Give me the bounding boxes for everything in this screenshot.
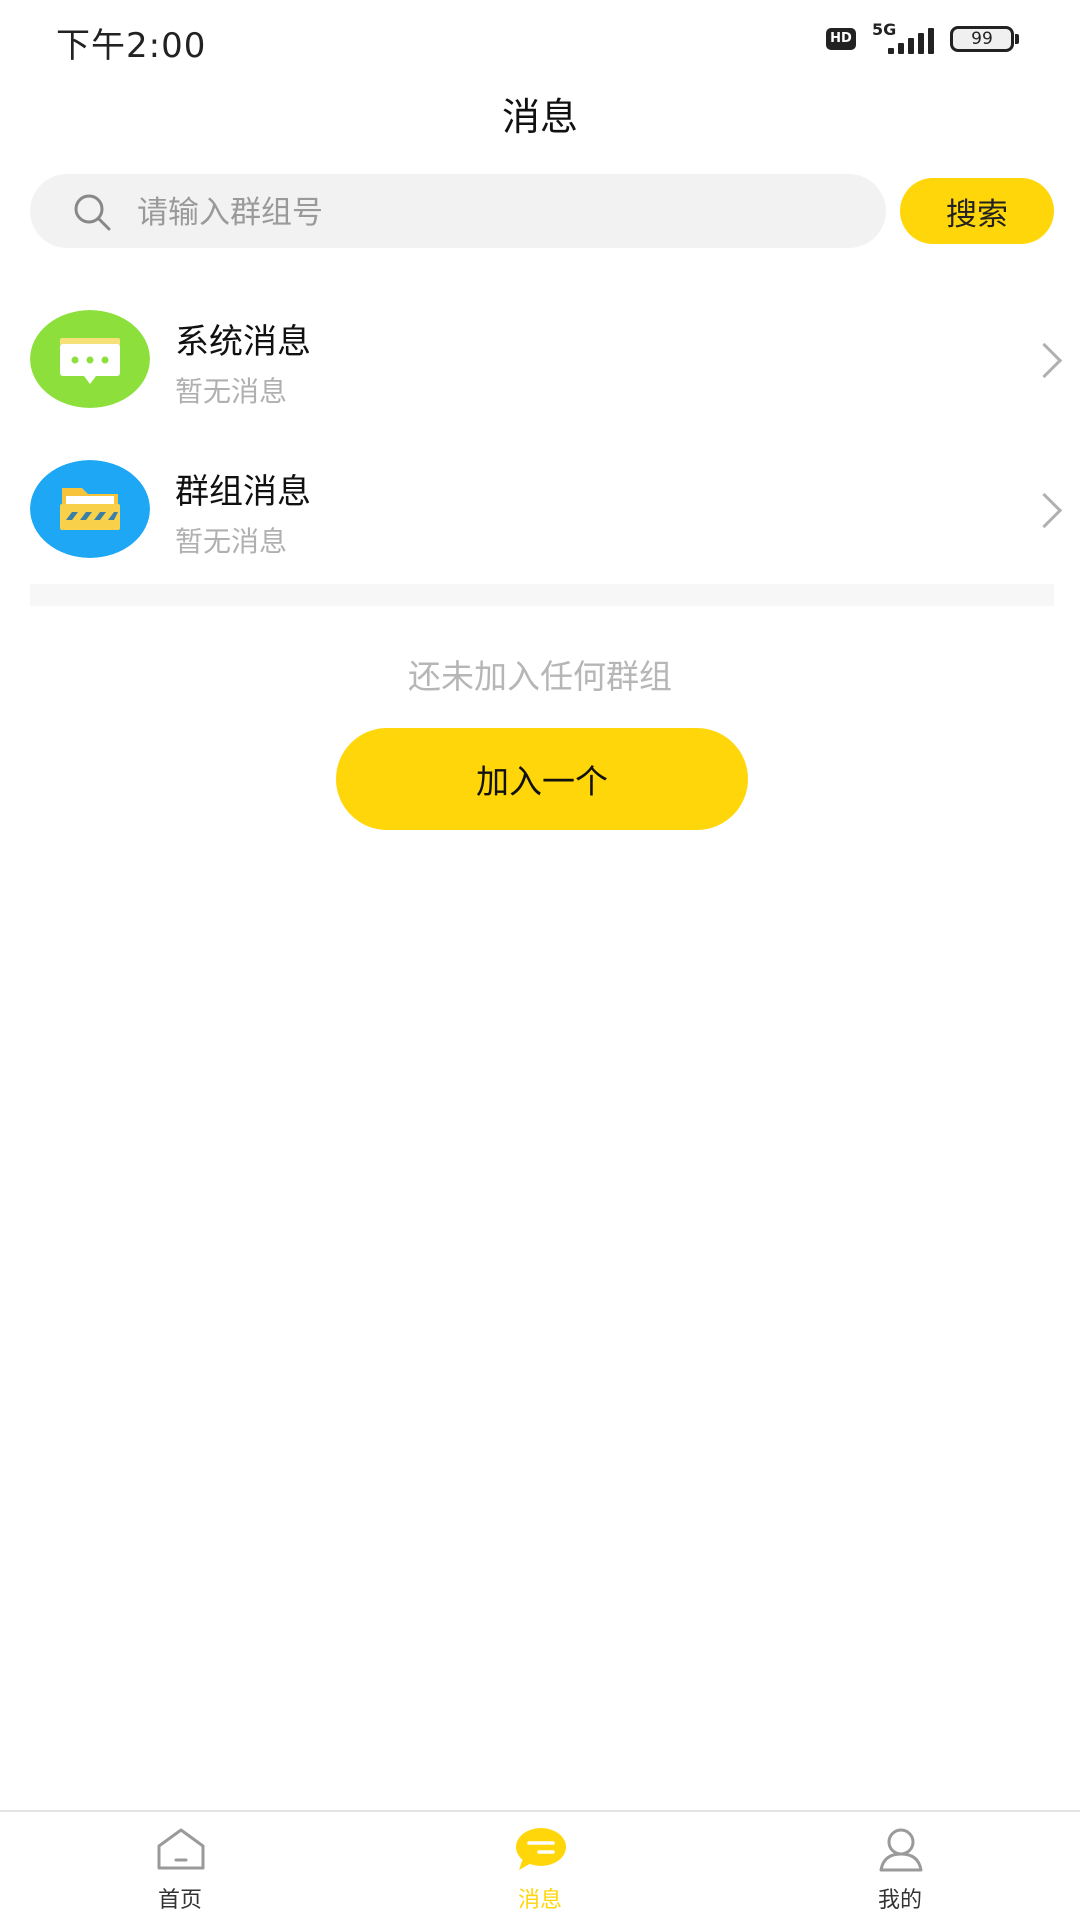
list-item-group-message[interactable]: 群组消息 暂无消息: [0, 444, 1080, 574]
search-input[interactable]: [135, 184, 859, 242]
group-folder-icon: [30, 460, 150, 558]
join-group-button[interactable]: 加入一个: [336, 728, 748, 830]
list-item-system-message[interactable]: 系统消息 暂无消息: [0, 294, 1080, 424]
status-time: 下午2:00: [56, 26, 207, 66]
chevron-right-icon: [1026, 342, 1063, 379]
empty-state-text: 还未加入任何群组: [408, 657, 672, 696]
list-item-subtitle: 暂无消息: [175, 375, 288, 408]
nav-item-messages[interactable]: 消息: [470, 1820, 610, 1920]
nav-item-home[interactable]: 首页: [110, 1820, 250, 1920]
battery-tip: [1015, 34, 1019, 44]
message-icon: [516, 1828, 566, 1870]
home-icon: [157, 1828, 205, 1870]
hd-badge: HD: [826, 28, 856, 50]
nav-label-profile: 我的: [877, 1888, 922, 1913]
page-title: 消息: [501, 95, 578, 139]
search-button[interactable]: 搜索: [900, 178, 1054, 244]
section-divider: [30, 584, 1054, 606]
battery-icon: 99: [950, 26, 1014, 52]
list-item-subtitle: 暂无消息: [175, 525, 288, 558]
nav-item-profile[interactable]: 我的: [830, 1820, 970, 1920]
list-item-title: 系统消息: [175, 322, 311, 362]
signal-icon: [888, 26, 936, 54]
search-icon: [74, 194, 111, 231]
status-bar: 下午2:00 HD 5G 99: [0, 0, 1080, 80]
profile-icon: [879, 1828, 923, 1872]
chevron-right-icon: [1026, 492, 1063, 529]
nav-label-messages: 消息: [517, 1888, 562, 1913]
list-item-title: 群组消息: [175, 472, 311, 512]
system-message-icon: [30, 310, 150, 408]
nav-label-home: 首页: [157, 1888, 202, 1913]
